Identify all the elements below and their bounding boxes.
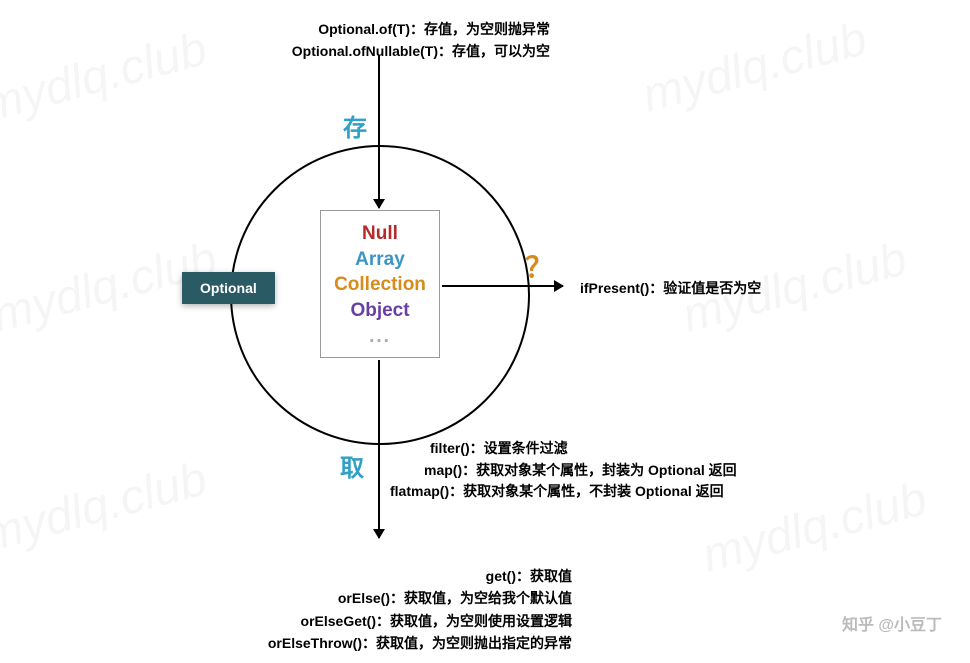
method-ifpresent: ifPresent()：: [580, 280, 663, 296]
type-collection: Collection: [321, 272, 439, 298]
ifpresent-block: ifPresent()：验证值是否为空: [580, 278, 761, 298]
watermark: mydlq.club: [0, 451, 213, 564]
value-types-box: Null Array Collection Object ...: [320, 210, 440, 358]
question-mark: ？: [525, 246, 553, 286]
method-ofnullable: Optional.ofNullable(T)：: [292, 43, 452, 59]
method-filter-desc: 设置条件过滤: [484, 440, 568, 456]
transform-methods-block: filter()：设置条件过滤 map()：获取对象某个属性，封装为 Optio…: [390, 438, 737, 503]
method-orelsethrow-desc: 获取值，为空则抛出指定的异常: [376, 635, 572, 651]
method-of-desc: 存值，为空则抛异常: [424, 21, 550, 37]
method-orelse-desc: 获取值，为空给我个默认值: [404, 590, 572, 606]
type-null: Null: [321, 221, 439, 247]
method-ifpresent-desc: 验证值是否为空: [663, 280, 761, 296]
zhihu-attribution: 知乎 @小豆丁: [842, 611, 942, 635]
arrow-get: [378, 360, 380, 538]
get-methods-block: get()：获取值 orElse()：获取值，为空给我个默认值 orElseGe…: [0, 565, 572, 655]
type-array: Array: [321, 247, 439, 273]
method-filter: filter()：: [430, 440, 484, 456]
method-get-desc: 获取值: [530, 568, 572, 584]
label-get: 取: [340, 448, 364, 483]
method-ofnullable-desc: 存值，可以为空: [452, 43, 550, 59]
method-flatmap: flatmap()：: [390, 483, 463, 499]
label-store: 存: [343, 108, 367, 143]
watermark: mydlq.club: [637, 11, 873, 124]
type-object: Object: [321, 298, 439, 324]
method-map: map()：: [424, 462, 476, 478]
type-dots: ...: [321, 324, 439, 350]
method-of: Optional.of(T)：: [318, 21, 424, 37]
method-map-desc: 获取对象某个属性，封装为 Optional 返回: [476, 462, 737, 478]
method-get: get()：: [486, 568, 530, 584]
method-flatmap-desc: 获取对象某个属性，不封装 Optional 返回: [463, 483, 724, 499]
top-methods-block: Optional.of(T)：存值，为空则抛异常 Optional.ofNull…: [0, 18, 550, 63]
optional-badge: Optional: [182, 272, 275, 304]
method-orelse: orElse()：: [338, 590, 404, 606]
method-orelseget-desc: 获取值，为空则使用设置逻辑: [390, 613, 572, 629]
method-orelsethrow: orElseThrow()：: [268, 635, 376, 651]
method-orelseget: orElseGet()：: [301, 613, 390, 629]
